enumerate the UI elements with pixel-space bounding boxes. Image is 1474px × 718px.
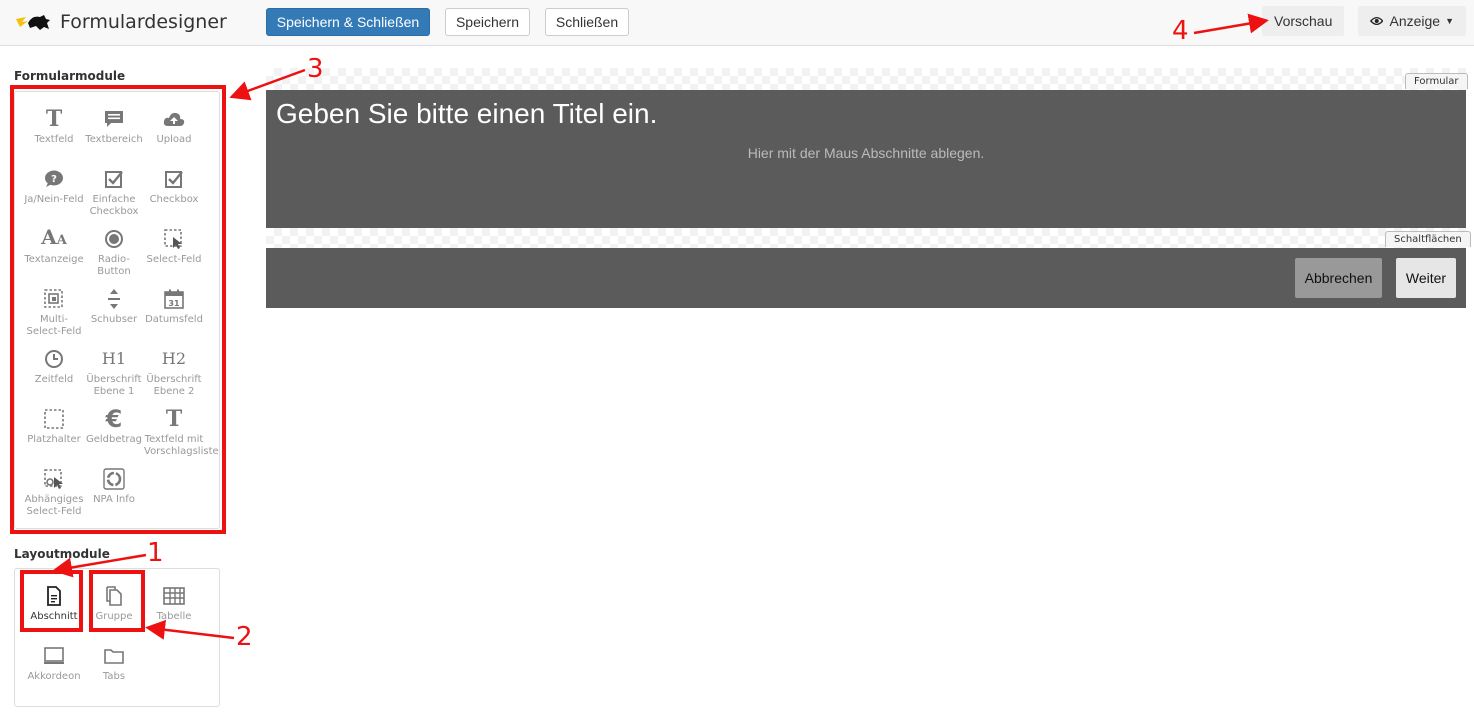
drop-hint: Hier mit der Maus Abschnitte ablegen. bbox=[747, 145, 985, 161]
preview-link[interactable]: Vorschau bbox=[1262, 6, 1345, 36]
annotation-box-gruppe bbox=[89, 570, 145, 632]
annotation-box-form-modules bbox=[10, 85, 226, 534]
annotation-number-3: 3 bbox=[307, 54, 324, 84]
annotation-number-2: 2 bbox=[236, 622, 253, 652]
buttons-tag: Schaltflächen bbox=[1385, 231, 1471, 247]
form-modules-title: Formularmodule bbox=[14, 69, 126, 83]
save-button[interactable]: Speichern bbox=[445, 8, 530, 36]
next-form-button[interactable]: Weiter bbox=[1396, 258, 1456, 298]
view-dropdown[interactable]: Anzeige ▼ bbox=[1358, 6, 1466, 36]
folder-icon bbox=[84, 645, 144, 667]
save-close-button[interactable]: Speichern & Schließen bbox=[266, 8, 430, 36]
table-icon bbox=[144, 585, 204, 607]
logo-icon bbox=[16, 15, 50, 30]
annotation-number-4: 4 bbox=[1172, 16, 1189, 46]
view-label: Anzeige bbox=[1389, 13, 1441, 29]
layout-modules-title: Layoutmodule bbox=[14, 547, 110, 561]
cancel-form-button[interactable]: Abbrechen bbox=[1295, 258, 1382, 298]
top-bar: Formulardesigner Speichern & Schließen S… bbox=[0, 0, 1474, 46]
form-section-panel[interactable]: Geben Sie bitte einen Titel ein. Hier mi… bbox=[266, 90, 1466, 228]
eye-icon bbox=[1370, 16, 1384, 26]
form-title-placeholder[interactable]: Geben Sie bitte einen Titel ein. bbox=[276, 98, 657, 130]
module-akkordeon[interactable]: Akkordeon bbox=[24, 645, 84, 683]
buttons-panel: Abbrechen Weiter bbox=[266, 248, 1466, 308]
annotation-number-1: 1 bbox=[147, 538, 164, 568]
app-title: Formulardesigner bbox=[60, 11, 227, 33]
form-tag: Formular bbox=[1405, 73, 1468, 89]
caret-down-icon: ▼ bbox=[1445, 16, 1454, 26]
module-tabelle[interactable]: Tabelle bbox=[144, 585, 204, 623]
accordion-icon bbox=[24, 645, 84, 667]
annotation-box-abschnitt bbox=[20, 570, 83, 632]
module-tabs[interactable]: Tabs bbox=[84, 645, 144, 683]
close-button[interactable]: Schließen bbox=[545, 8, 629, 36]
